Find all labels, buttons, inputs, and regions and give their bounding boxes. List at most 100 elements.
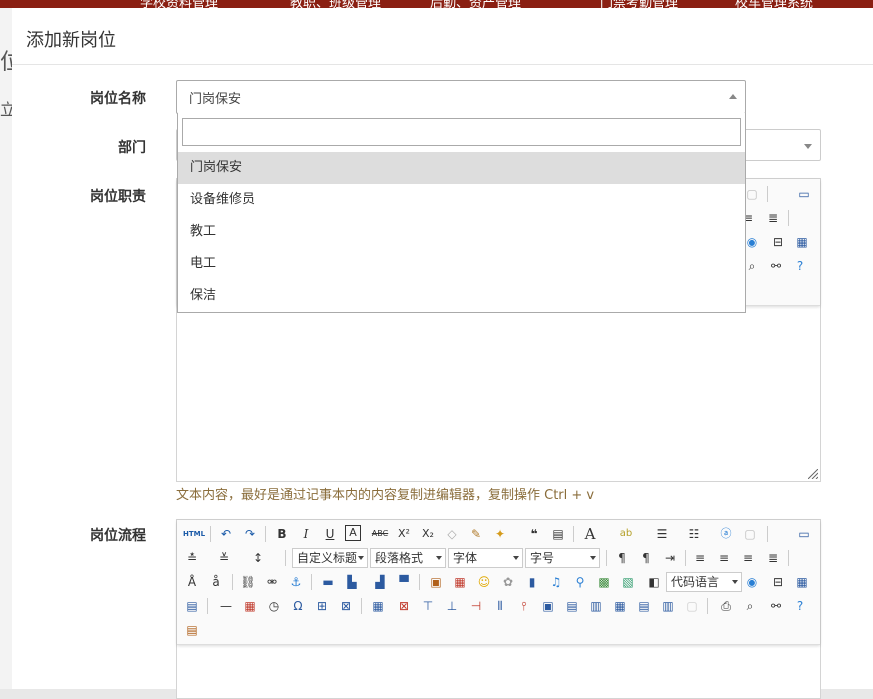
- unlink-icon[interactable]: ⚮: [263, 573, 281, 591]
- superscript-icon[interactable]: X²: [395, 525, 413, 543]
- position-name-select[interactable]: 门岗保安: [176, 80, 746, 114]
- font-color-icon[interactable]: A: [581, 525, 599, 543]
- delete-col-icon[interactable]: ⫯: [515, 597, 533, 615]
- strikethrough-icon[interactable]: ABC: [369, 525, 391, 543]
- dropdown-option[interactable]: 教工: [178, 216, 745, 248]
- italic-icon[interactable]: I: [297, 525, 315, 543]
- align-left-icon[interactable]: ≡: [691, 549, 709, 567]
- font-size-select[interactable]: 字号: [525, 548, 600, 568]
- subscript-icon[interactable]: X₂: [419, 525, 437, 543]
- nav-item-logistics[interactable]: 后勤、资产管理: [430, 0, 521, 8]
- find-replace-icon[interactable]: ⚯: [767, 597, 785, 615]
- delete-row-icon[interactable]: ⊣: [467, 597, 485, 615]
- redo-icon[interactable]: ↷: [241, 525, 259, 543]
- dropdown-option[interactable]: 保洁: [178, 280, 745, 312]
- paste-text-icon[interactable]: ▤: [549, 525, 567, 543]
- delete-table-icon[interactable]: ⊠: [395, 597, 413, 615]
- preview-icon[interactable]: ▭: [795, 525, 813, 543]
- insert-image-icon[interactable]: ▣: [427, 573, 445, 591]
- print-icon[interactable]: ⎙: [717, 597, 735, 615]
- align-right-icon[interactable]: ≡: [739, 549, 757, 567]
- split-cols-icon[interactable]: ▥: [659, 597, 677, 615]
- to-lowercase-icon[interactable]: å: [207, 573, 225, 591]
- row-spacing-top-icon[interactable]: ≛: [183, 549, 201, 567]
- nav-item-attendance[interactable]: 门禁考勤管理: [600, 0, 678, 8]
- nav-item-school[interactable]: 学校资料管理: [140, 0, 218, 8]
- indent-icon[interactable]: ⇥: [661, 549, 679, 567]
- insert-date-icon[interactable]: ▦: [241, 597, 259, 615]
- auto-format-icon[interactable]: ✦: [491, 525, 509, 543]
- scrawl-icon[interactable]: ✿: [499, 573, 517, 591]
- highlight-icon[interactable]: ab: [617, 525, 635, 543]
- find-replace-icon[interactable]: ⚯: [767, 257, 785, 275]
- format-brush-icon[interactable]: ✎: [467, 525, 485, 543]
- eraser-icon[interactable]: ◇: [443, 525, 461, 543]
- charts-icon[interactable]: ▢: [683, 597, 701, 615]
- line-height-icon[interactable]: ↕: [249, 549, 267, 567]
- code-language-select[interactable]: 代码语言: [666, 572, 742, 592]
- image-none-icon[interactable]: ▬: [319, 573, 337, 591]
- merge-down-icon[interactable]: ▥: [587, 597, 605, 615]
- emotion-icon[interactable]: ☺: [475, 573, 493, 591]
- music-icon[interactable]: ♫: [547, 573, 565, 591]
- paragraph-format-select[interactable]: 段落格式: [370, 548, 446, 568]
- image-left-icon[interactable]: ▙: [343, 573, 361, 591]
- process-editor[interactable]: HTML ↶ ↷ B I U A ABC X² X₂ ◇ ✎ ✦ ❝ ▤ A a…: [176, 519, 821, 699]
- to-uppercase-icon[interactable]: Å: [183, 573, 201, 591]
- split-cells-icon[interactable]: ▦: [611, 597, 629, 615]
- blockquote-icon[interactable]: ❝: [525, 525, 543, 543]
- dropdown-search-input[interactable]: [182, 118, 741, 146]
- map-icon[interactable]: ▩: [595, 573, 613, 591]
- insert-frame-icon[interactable]: ◧: [645, 573, 663, 591]
- undo-icon[interactable]: ↶: [217, 525, 235, 543]
- horizontal-rule-icon[interactable]: —: [217, 597, 235, 615]
- row-spacing-bottom-icon[interactable]: ≚: [215, 549, 233, 567]
- background-icon[interactable]: ▤: [183, 597, 201, 615]
- google-map-icon[interactable]: ▧: [619, 573, 637, 591]
- image-center-icon[interactable]: ▀: [395, 573, 413, 591]
- webapp-icon[interactable]: ◉: [743, 573, 761, 591]
- help-icon[interactable]: ?: [791, 257, 809, 275]
- insert-time-icon[interactable]: ◷: [265, 597, 283, 615]
- ltr-icon[interactable]: ¶: [613, 549, 631, 567]
- custom-title-select[interactable]: 自定义标题: [292, 548, 368, 568]
- unordered-list-icon[interactable]: ☷: [685, 525, 703, 543]
- insert-col-icon[interactable]: ⫴: [491, 597, 509, 615]
- template-icon[interactable]: ▦: [793, 573, 811, 591]
- link-icon[interactable]: ⛓: [239, 573, 257, 591]
- dropdown-option[interactable]: 电工: [178, 248, 745, 280]
- insert-row-icon[interactable]: ⊥: [443, 597, 461, 615]
- wordimage-icon[interactable]: ⊞: [313, 597, 331, 615]
- paste-icon[interactable]: ▤: [183, 621, 201, 639]
- pagebreak-icon[interactable]: ⊟: [769, 233, 787, 251]
- split-rows-icon[interactable]: ▤: [635, 597, 653, 615]
- insert-video-icon[interactable]: ▮: [523, 573, 541, 591]
- multi-image-icon[interactable]: ▦: [451, 573, 469, 591]
- nav-item-bus[interactable]: 校车管理系统: [735, 0, 813, 8]
- template-icon[interactable]: ▦: [793, 233, 811, 251]
- search-icon[interactable]: ⌕: [741, 597, 759, 615]
- align-center-icon[interactable]: ≡: [715, 549, 733, 567]
- ordered-list-icon[interactable]: ☰: [653, 525, 671, 543]
- special-char-icon[interactable]: Ω: [289, 597, 307, 615]
- source-html-icon[interactable]: HTML: [183, 525, 205, 543]
- anchor-icon[interactable]: ⚓: [287, 573, 305, 591]
- font-border-icon[interactable]: A: [345, 525, 361, 541]
- insert-table-icon[interactable]: ▦: [369, 597, 387, 615]
- help-icon[interactable]: ?: [791, 597, 809, 615]
- resize-handle-icon[interactable]: [808, 469, 818, 479]
- pagebreak-icon[interactable]: ⊟: [769, 573, 787, 591]
- blank-page-icon[interactable]: ▢: [741, 525, 759, 543]
- dropdown-option[interactable]: 设备维修员: [178, 184, 745, 216]
- dropdown-option[interactable]: 门岗保安: [178, 152, 745, 184]
- merge-cells-icon[interactable]: ▣: [539, 597, 557, 615]
- merge-right-icon[interactable]: ▤: [563, 597, 581, 615]
- nav-item-staff[interactable]: 教职、班级管理: [290, 0, 381, 8]
- attachment-icon[interactable]: ⚲: [571, 573, 589, 591]
- underline-icon[interactable]: U: [321, 525, 339, 543]
- insert-paragraph-table-icon[interactable]: ⊤: [419, 597, 437, 615]
- preview-icon[interactable]: ▭: [795, 185, 813, 203]
- select-all-icon[interactable]: ⓐ: [717, 525, 735, 543]
- rtl-icon[interactable]: ¶: [637, 549, 655, 567]
- align-justify-icon[interactable]: ≣: [764, 209, 782, 227]
